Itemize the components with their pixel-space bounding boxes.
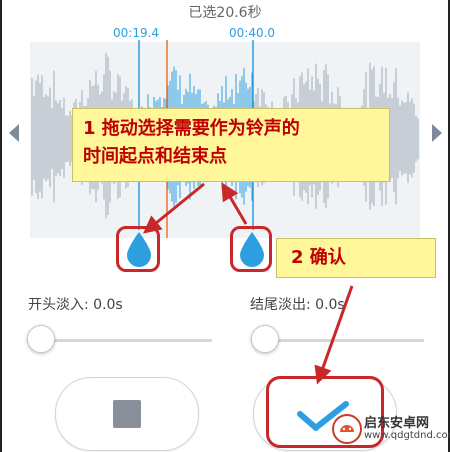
watermark-logo: 启东安卓网 www.qdgtdnd.com [330,410,450,450]
fade-out-slider-thumb[interactable] [251,325,279,353]
watermark-url: www.qdgtdnd.com [364,430,450,441]
instruction-callout-drag: 1 拖动选择需要作为铃声的 时间起点和结束点 [72,108,390,182]
fade-in-slider-track[interactable] [40,339,212,342]
highlight-start-handle [116,226,160,272]
fade-out-label: 结尾淡出: 0.0s [250,297,345,313]
scroll-left-arrow-icon[interactable] [9,124,19,142]
stop-button[interactable] [55,377,199,451]
fade-out-slider-track[interactable] [264,339,424,342]
watermark-name: 启东安卓网 [364,416,430,431]
highlight-end-handle [230,226,272,272]
watermark-android-icon [332,414,362,444]
fade-in-slider-thumb[interactable] [27,325,55,353]
scroll-right-arrow-icon[interactable] [432,124,442,142]
stop-square-icon [113,400,141,428]
instruction-callout-confirm: 2 确认 [276,238,436,278]
fade-in-label: 开头淡入: 0.0s [28,297,123,313]
